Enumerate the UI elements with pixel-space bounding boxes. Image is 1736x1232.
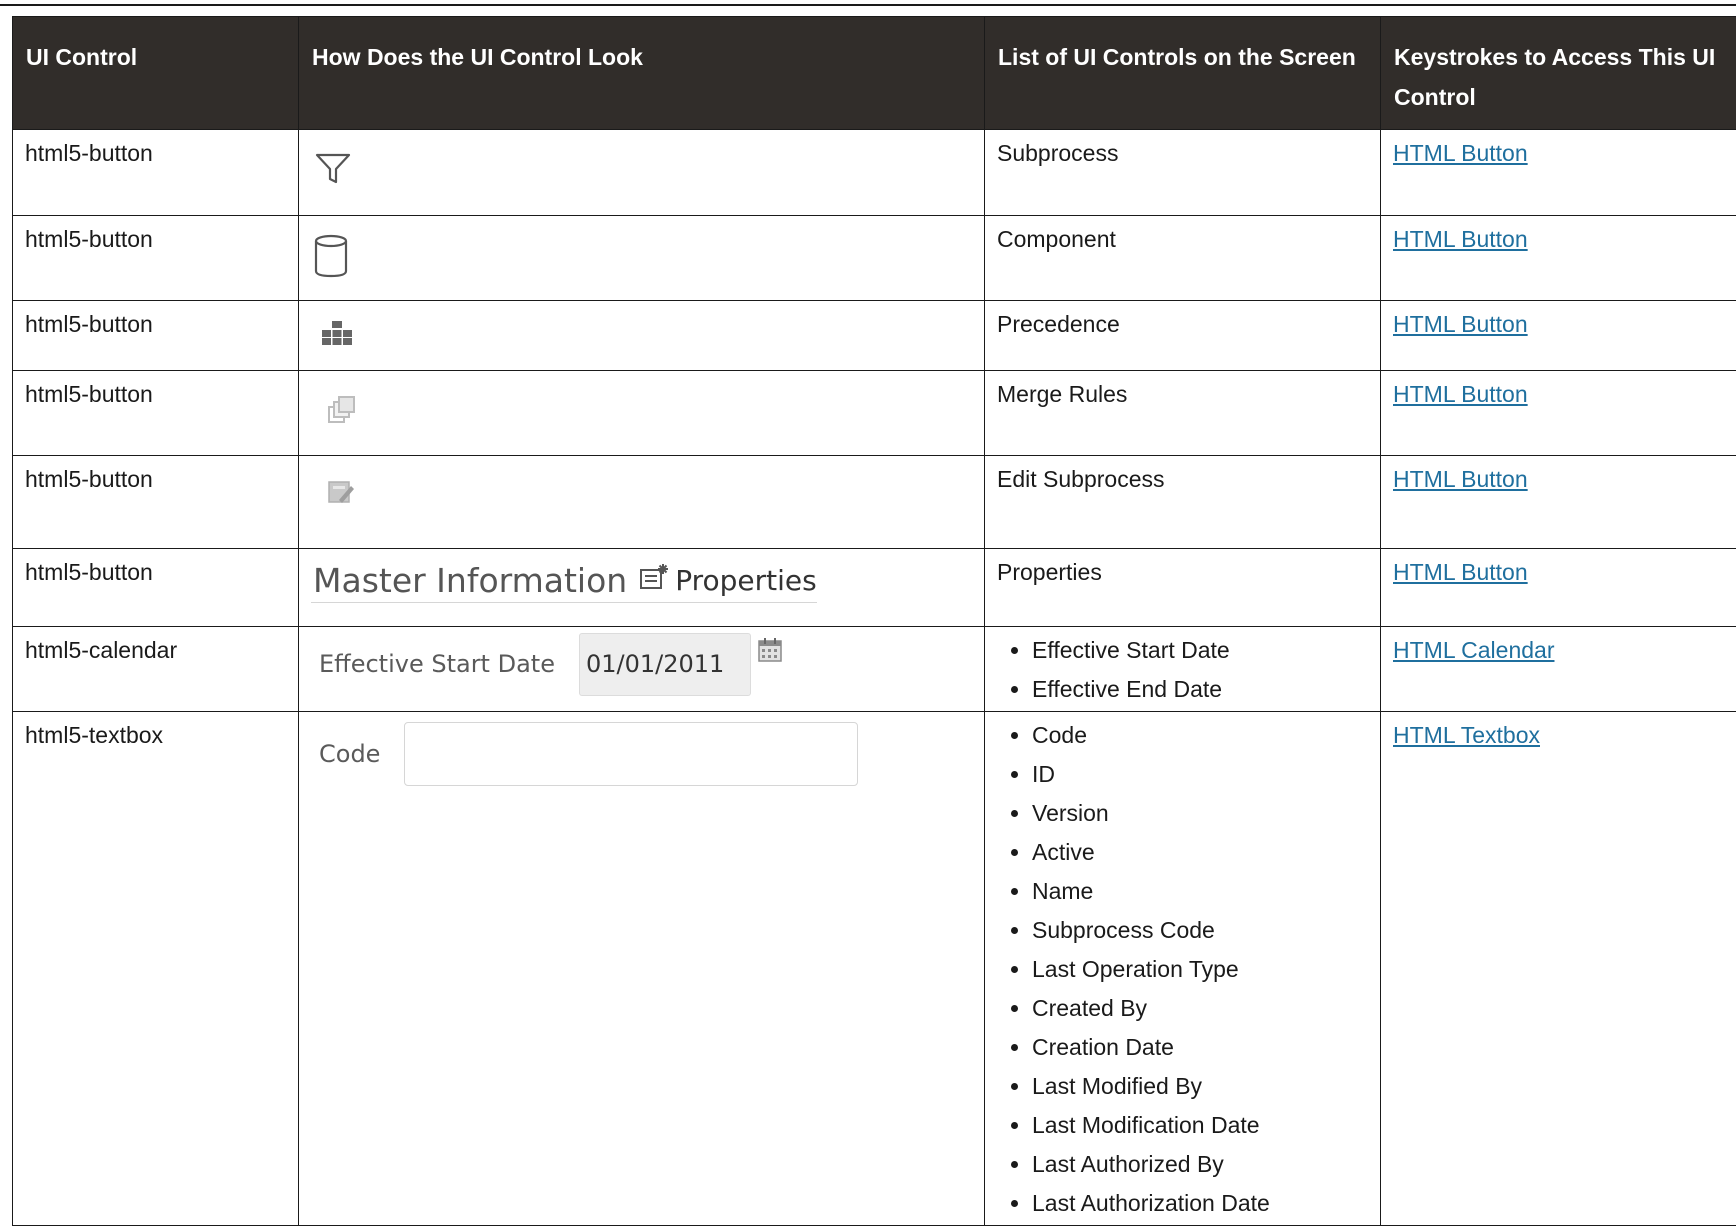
- control-name: html5-button: [25, 226, 153, 252]
- header-list: List of UI Controls on the Screen: [984, 16, 1381, 130]
- keystroke-link[interactable]: HTML Textbox: [1393, 722, 1540, 748]
- list-item: Effective Start Date: [1032, 631, 1368, 670]
- table-row: html5-calendar Effective Start Date 01/0…: [12, 626, 1736, 712]
- table-row: html5-button Edit Subprocess HTML Button: [12, 455, 1736, 549]
- table-row: html5-button Merge Rules HTML Button: [12, 370, 1736, 456]
- control-list-item: Subprocess: [997, 140, 1119, 166]
- list-item: Version: [1032, 794, 1368, 833]
- calendar-control-sample: Effective Start Date 01/01/2011: [311, 633, 972, 696]
- list-item: Created By: [1032, 989, 1368, 1028]
- header-keystrokes: Keystrokes to Access This UI Control: [1380, 16, 1736, 130]
- ui-controls-table: UI Control How Does the UI Control Look …: [12, 16, 1736, 1226]
- control-name: html5-button: [25, 140, 153, 166]
- properties-tab: Properties: [675, 564, 817, 597]
- list-item: Active: [1032, 833, 1368, 872]
- list-item: Name: [1032, 872, 1368, 911]
- control-list-item: Edit Subprocess: [997, 466, 1165, 492]
- control-list-item: Properties: [997, 559, 1102, 585]
- hierarchy-icon: [321, 319, 353, 358]
- table-row: html5-textbox Code Code ID Version Activ…: [12, 711, 1736, 1226]
- list-item: Subprocess Code: [1032, 911, 1368, 950]
- filter-icon: [315, 152, 351, 198]
- keystroke-link[interactable]: HTML Calendar: [1393, 637, 1554, 663]
- keystroke-link[interactable]: HTML Button: [1393, 466, 1528, 492]
- keystroke-link[interactable]: HTML Button: [1393, 140, 1528, 166]
- calendar-date-value: 01/01/2011: [585, 650, 725, 678]
- edit-icon: [327, 478, 355, 518]
- textbox-label: Code: [319, 739, 381, 768]
- list-item: Last Modified By: [1032, 1067, 1368, 1106]
- master-information-title: Master Information: [313, 561, 628, 600]
- code-textbox: [404, 722, 859, 786]
- control-name: html5-calendar: [25, 637, 178, 663]
- control-list-item: Precedence: [997, 311, 1120, 337]
- database-icon: [313, 234, 349, 292]
- list-item: Code: [1032, 716, 1368, 755]
- list-item: Last Authorized By: [1032, 1145, 1368, 1184]
- header-look: How Does the UI Control Look: [298, 16, 985, 130]
- control-list-item: Component: [997, 226, 1116, 252]
- table-row: html5-button Component HTML Button: [12, 215, 1736, 301]
- control-name: html5-textbox: [25, 722, 164, 748]
- keystroke-link[interactable]: HTML Button: [1393, 559, 1528, 585]
- calendar-date-field: 01/01/2011: [578, 633, 751, 696]
- list-item: Last Modification Date: [1032, 1106, 1368, 1145]
- master-information-tabs: Master Information Properties: [311, 561, 817, 603]
- table-row: html5-button Subprocess HTML Button: [12, 129, 1736, 216]
- table-row: html5-button Master Information Properti…: [12, 548, 1736, 627]
- keystroke-link[interactable]: HTML Button: [1393, 381, 1528, 407]
- list-item: ID: [1032, 755, 1368, 794]
- calendar-label: Effective Start Date: [319, 650, 555, 678]
- control-name: html5-button: [25, 311, 153, 337]
- list-item: Effective End Date: [1032, 670, 1368, 709]
- list-item: Last Authorization Date: [1032, 1184, 1368, 1223]
- header-ui-control: UI Control: [12, 16, 299, 130]
- control-name: html5-button: [25, 559, 153, 585]
- control-name: html5-button: [25, 466, 153, 492]
- control-name: html5-button: [25, 381, 153, 407]
- top-rule: [0, 4, 1736, 6]
- keystroke-link[interactable]: HTML Button: [1393, 226, 1528, 252]
- control-list: Effective Start Date Effective End Date: [997, 627, 1368, 711]
- textbox-control-sample: Code: [311, 722, 972, 786]
- header-row: UI Control How Does the UI Control Look …: [12, 16, 1736, 130]
- keystroke-link[interactable]: HTML Button: [1393, 311, 1528, 337]
- list-item: Creation Date: [1032, 1028, 1368, 1067]
- list-item: Last Operation Type: [1032, 950, 1368, 989]
- control-list: Code ID Version Active Name Subprocess C…: [997, 712, 1368, 1225]
- properties-edit-icon: [639, 561, 669, 600]
- merge-icon: [327, 395, 357, 437]
- control-list-item: Merge Rules: [997, 381, 1128, 407]
- table-row: html5-button Precedence HTML Button: [12, 300, 1736, 371]
- calendar-icon: [757, 636, 783, 675]
